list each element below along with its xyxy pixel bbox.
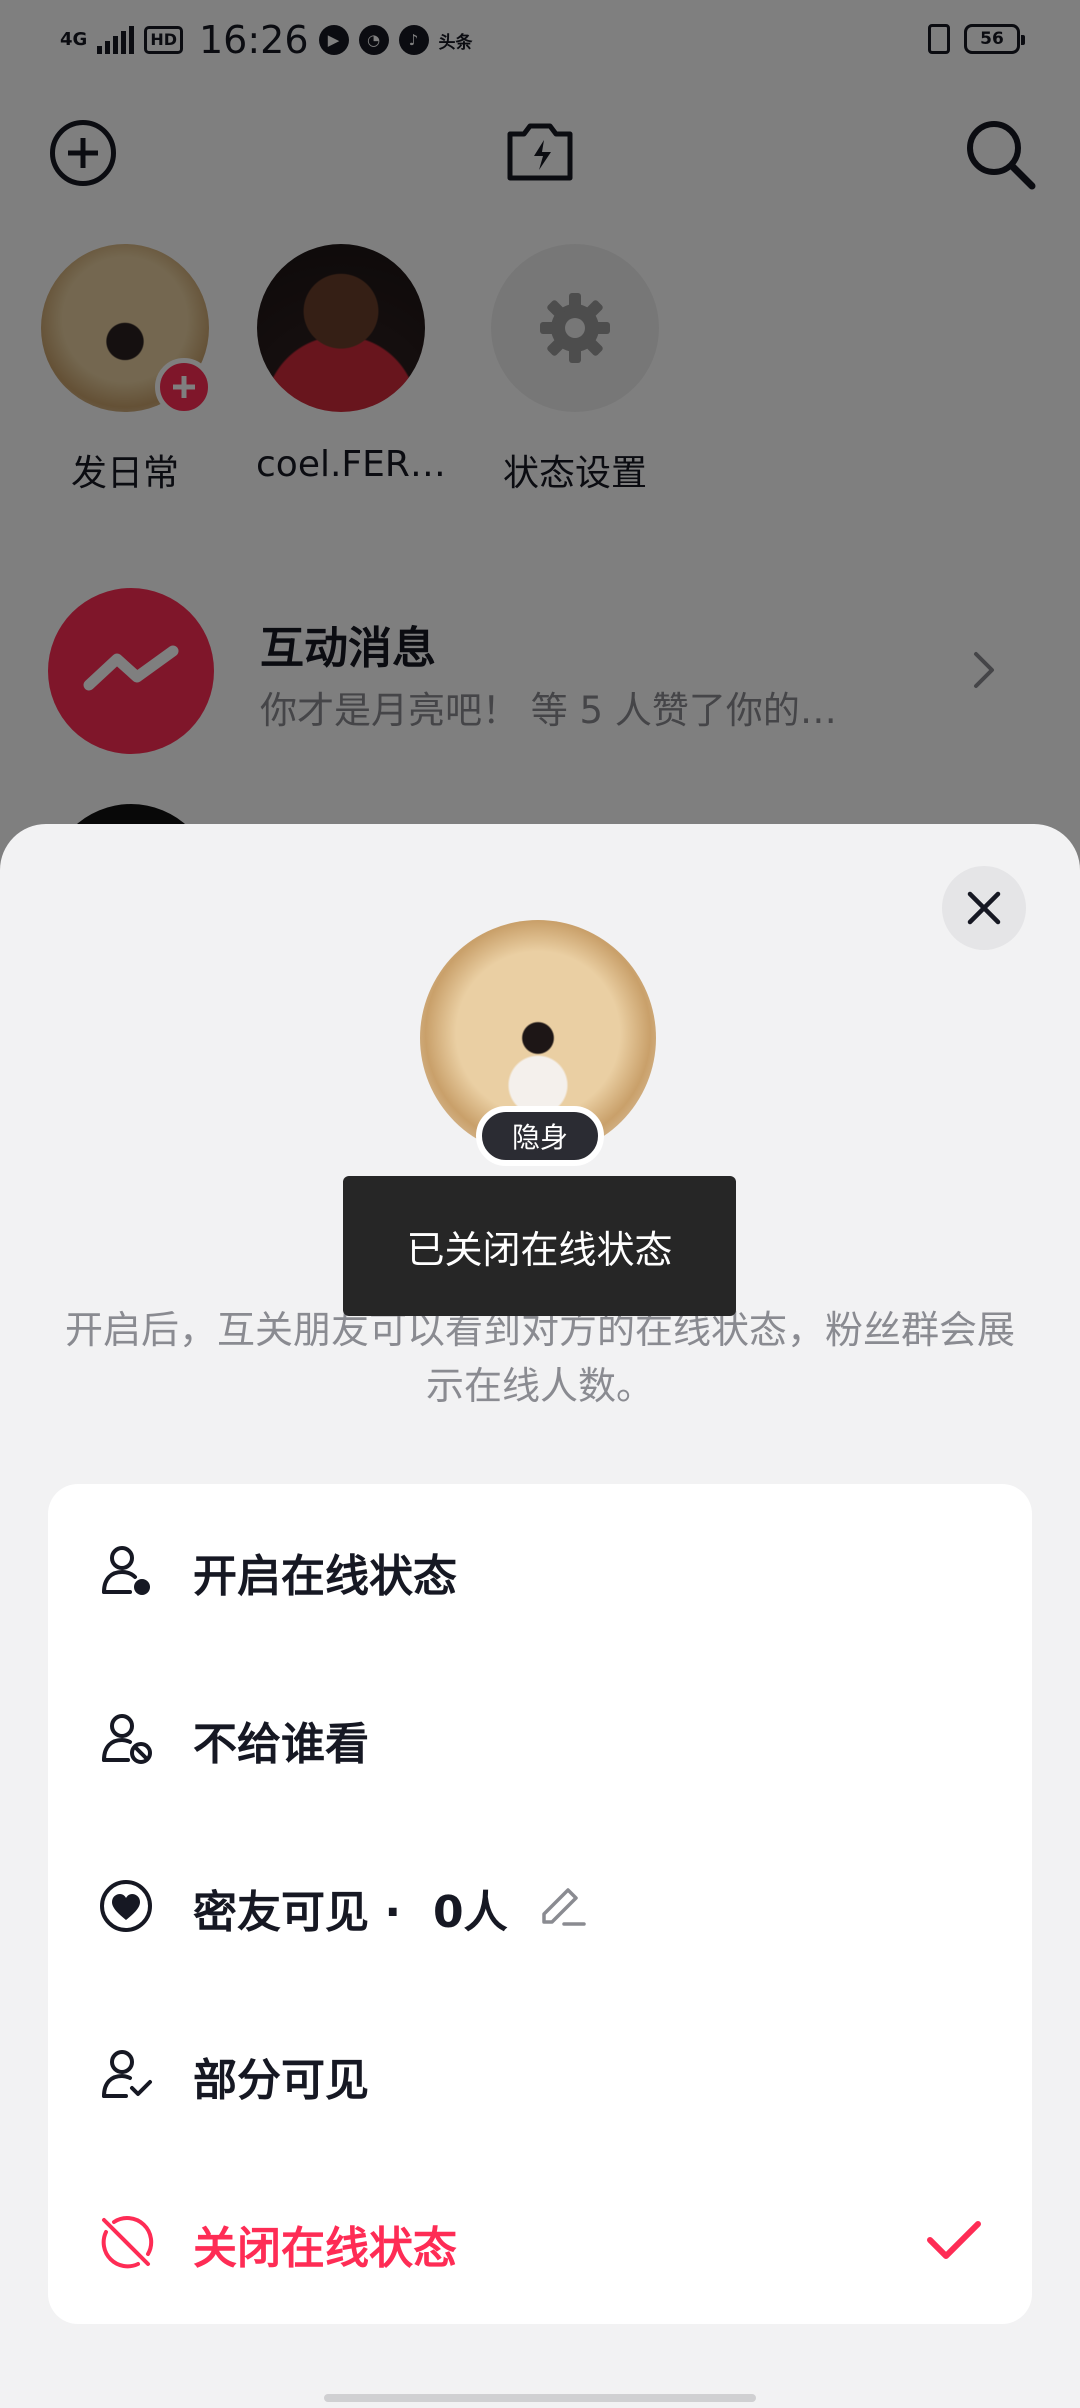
- heart-circle-icon: [100, 1880, 152, 1932]
- option-label: 密友可见 ·: [193, 1887, 402, 1938]
- edit-icon[interactable]: [536, 1878, 588, 1930]
- online-status-sheet: 隐身 在线状态 开启后，互关朋友可以看到对方的在线状态，粉丝群会展示在线人数。 …: [0, 824, 1080, 2408]
- option-partially-visible[interactable]: 部分可见: [48, 1988, 1032, 2156]
- user-block-icon: [102, 1714, 152, 1764]
- option-close-friends[interactable]: 密友可见 · 0人: [48, 1820, 1032, 1988]
- option-label: 开启在线状态: [193, 1551, 457, 1602]
- option-label: 不给谁看: [193, 1719, 369, 1770]
- user-check-icon: [102, 2050, 152, 2098]
- close-icon: [967, 891, 1001, 925]
- option-label: 部分可见: [193, 2055, 369, 2106]
- toast-message: 已关闭在线状态: [343, 1176, 736, 1316]
- sheet-description: 开启后，互关朋友可以看到对方的在线状态，粉丝群会展示在线人数。: [64, 1308, 1015, 1408]
- status-badge: 隐身: [476, 1106, 604, 1166]
- option-hide-from[interactable]: 不给谁看: [48, 1652, 1032, 1820]
- check-icon: [927, 2221, 981, 2259]
- home-indicator[interactable]: [324, 2394, 756, 2402]
- option-label: 关闭在线状态: [193, 2223, 457, 2274]
- status-options-list: 开启在线状态 不给谁看 密友可见 · 0人 部分可见 关闭在线状态: [48, 1484, 1032, 2324]
- option-online[interactable]: 开启在线状态: [48, 1484, 1032, 1652]
- close-button[interactable]: [942, 866, 1026, 950]
- user-online-icon: [102, 1546, 150, 1595]
- close-friends-count: 0人: [433, 1887, 508, 1938]
- option-offline[interactable]: 关闭在线状态: [48, 2156, 1032, 2324]
- offline-icon: [101, 2216, 154, 2269]
